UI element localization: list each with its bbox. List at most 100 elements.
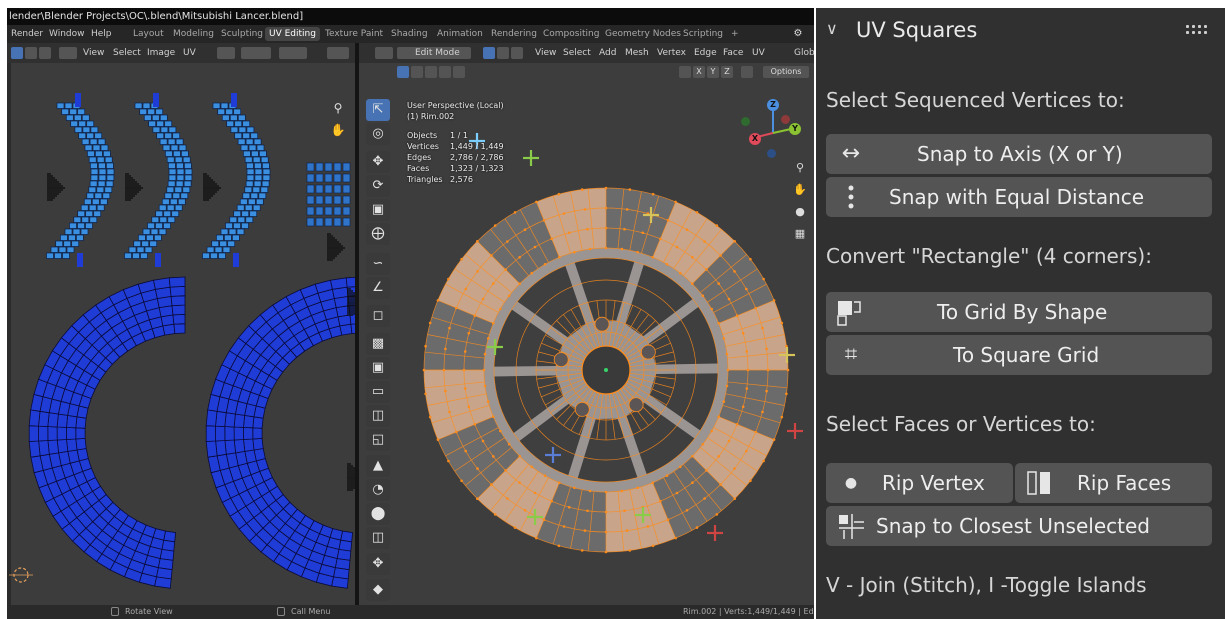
image-browse-icon[interactable]	[327, 47, 349, 59]
uv-editor[interactable]: View Select Image UV ⚲ ✋	[7, 43, 355, 605]
axis-x-toggle[interactable]: X	[693, 66, 705, 78]
select-subtract-icon[interactable]	[425, 66, 437, 78]
gizmo-neg-x-axis[interactable]	[781, 115, 790, 124]
zoom-icon[interactable]: ⚲	[329, 99, 347, 117]
panel-header[interactable]: ∨ UV Squares	[816, 8, 1225, 54]
uv-menu-select[interactable]: Select	[113, 43, 141, 63]
select-extend-icon[interactable]	[411, 66, 423, 78]
shear-tool-icon[interactable]: ◆	[366, 579, 390, 601]
poly-build-tool-icon[interactable]: ▲	[366, 455, 390, 477]
uv-select-mode-icon[interactable]	[25, 47, 37, 59]
tab-uv-editing[interactable]: UV Editing	[265, 27, 320, 41]
snap-closest-unselected-button[interactable]: Snap to Closest Unselected	[826, 506, 1212, 546]
add-workspace-button[interactable]: +	[727, 27, 743, 41]
camera-view-icon[interactable]: ●	[791, 203, 809, 221]
3d-viewport[interactable]: Edit Mode View Select Add Mesh Vertex Ed…	[359, 43, 814, 605]
scale-tool-icon[interactable]: ▣	[366, 199, 390, 221]
tab-scripting[interactable]: Scripting	[679, 27, 727, 41]
vp-menu-mesh[interactable]: Mesh	[625, 43, 649, 63]
tab-animation[interactable]: Animation	[433, 27, 487, 41]
inset-tool-icon[interactable]: ▣	[366, 357, 390, 379]
pivot-icon[interactable]	[217, 47, 235, 59]
zoom-icon[interactable]: ⚲	[791, 159, 809, 177]
auto-merge-icon[interactable]	[741, 66, 753, 78]
bevel-tool-icon[interactable]: ▭	[366, 381, 390, 403]
tab-texture-paint[interactable]: Texture Paint	[321, 27, 387, 41]
mirror-icon[interactable]	[679, 66, 691, 78]
gizmo-y-axis[interactable]: Y	[789, 123, 801, 135]
scene-icon[interactable]: ⚙	[788, 27, 808, 41]
move-tool-icon[interactable]: ✥	[366, 151, 390, 173]
to-grid-by-shape-button[interactable]: To Grid By Shape	[826, 292, 1212, 332]
smooth-tool-icon[interactable]: ⬤	[366, 503, 390, 525]
options-dropdown[interactable]: Options	[763, 66, 809, 78]
tab-compositing[interactable]: Compositing	[539, 27, 603, 41]
rotate-tool-icon[interactable]: ⟳	[366, 175, 390, 197]
select-box-icon[interactable]	[397, 66, 409, 78]
tab-sculpting[interactable]: Sculpting	[217, 27, 267, 41]
to-square-grid-button[interactable]: ⌗ To Square Grid	[826, 335, 1212, 375]
knife-tool-icon[interactable]: ◱	[366, 429, 390, 451]
vp-menu-face[interactable]: Face	[723, 43, 743, 63]
tab-rendering[interactable]: Rendering	[487, 27, 541, 41]
editor-type-icon[interactable]	[375, 47, 393, 59]
chevron-down-icon[interactable]: ∨	[826, 18, 846, 40]
uv-menu-view[interactable]: View	[83, 43, 104, 63]
proportional-edit-icon[interactable]	[279, 47, 307, 59]
snap-icon[interactable]	[241, 47, 271, 59]
gizmo-neg-y-axis[interactable]	[741, 117, 750, 126]
loop-cut-tool-icon[interactable]: ◫	[366, 405, 390, 427]
rip-vertex-button[interactable]: ● Rip Vertex	[826, 463, 1013, 503]
tab-shading[interactable]: Shading	[387, 27, 432, 41]
add-cube-tool-icon[interactable]: ◻	[366, 305, 390, 327]
vp-menu-edge[interactable]: Edge	[694, 43, 717, 63]
mesh-vertex	[691, 282, 694, 285]
snap-to-axis-button[interactable]: ↔ Snap to Axis (X or Y)	[826, 134, 1212, 174]
tab-modeling[interactable]: Modeling	[169, 27, 218, 41]
rip-faces-button[interactable]: Rip Faces	[1015, 463, 1212, 503]
vp-menu-uv[interactable]: UV	[752, 43, 765, 63]
uv-map-canvas[interactable]	[7, 63, 355, 605]
axis-y-toggle[interactable]: Y	[707, 66, 719, 78]
tab-geometry-nodes[interactable]: Geometry Nodes	[601, 27, 685, 41]
hand-pan-icon[interactable]: ✋	[329, 121, 347, 139]
menu-help[interactable]: Help	[91, 25, 112, 43]
uv-select-mode-icon[interactable]	[11, 47, 23, 59]
measure-tool-icon[interactable]: ∠	[366, 277, 390, 299]
hand-pan-icon[interactable]: ✋	[791, 181, 809, 199]
gizmo-neg-z-axis[interactable]	[767, 149, 776, 158]
select-intersect-icon[interactable]	[453, 66, 465, 78]
cursor-tool-icon[interactable]: ◎	[366, 123, 390, 145]
vp-menu-select[interactable]: Select	[563, 43, 591, 63]
uv-menu-uv[interactable]: UV	[183, 43, 196, 63]
uv-menu-image[interactable]: Image	[147, 43, 175, 63]
face-select-icon[interactable]	[511, 47, 523, 59]
vertex-select-icon[interactable]	[483, 47, 495, 59]
shrink-fatten-tool-icon[interactable]: ✥	[366, 553, 390, 575]
select-tool-icon[interactable]: ⇱	[366, 99, 390, 121]
axis-z-toggle[interactable]: Z	[721, 66, 733, 78]
transform-orientation-dropdown[interactable]: Glob	[782, 43, 814, 63]
uv-sync-icon[interactable]	[59, 47, 77, 59]
vp-menu-vertex[interactable]: Vertex	[657, 43, 686, 63]
gizmo-z-axis[interactable]: Z	[767, 99, 779, 111]
drag-handle-icon[interactable]	[1186, 23, 1212, 37]
perspective-toggle-icon[interactable]: ▦	[791, 225, 809, 243]
edge-slide-tool-icon[interactable]: ◫	[366, 527, 390, 549]
menu-window[interactable]: Window	[49, 25, 85, 43]
snap-equal-distance-button[interactable]: Snap with Equal Distance	[826, 177, 1212, 217]
navigation-gizmo[interactable]: Z X Y	[741, 99, 811, 163]
tab-layout[interactable]: Layout	[129, 27, 168, 41]
mode-dropdown[interactable]: Edit Mode	[397, 47, 471, 59]
edge-select-icon[interactable]	[497, 47, 509, 59]
vp-menu-view[interactable]: View	[535, 43, 556, 63]
uv-select-mode-icon[interactable]	[39, 47, 51, 59]
annotate-tool-icon[interactable]: ∽	[366, 253, 390, 275]
menu-render[interactable]: Render	[11, 25, 43, 43]
select-invert-icon[interactable]	[439, 66, 451, 78]
vp-menu-add[interactable]: Add	[599, 43, 616, 63]
extrude-tool-icon[interactable]: ▩	[366, 333, 390, 355]
gizmo-x-axis[interactable]: X	[749, 133, 761, 145]
transform-tool-icon[interactable]: ⨁	[366, 223, 390, 245]
spin-tool-icon[interactable]: ◔	[366, 479, 390, 501]
